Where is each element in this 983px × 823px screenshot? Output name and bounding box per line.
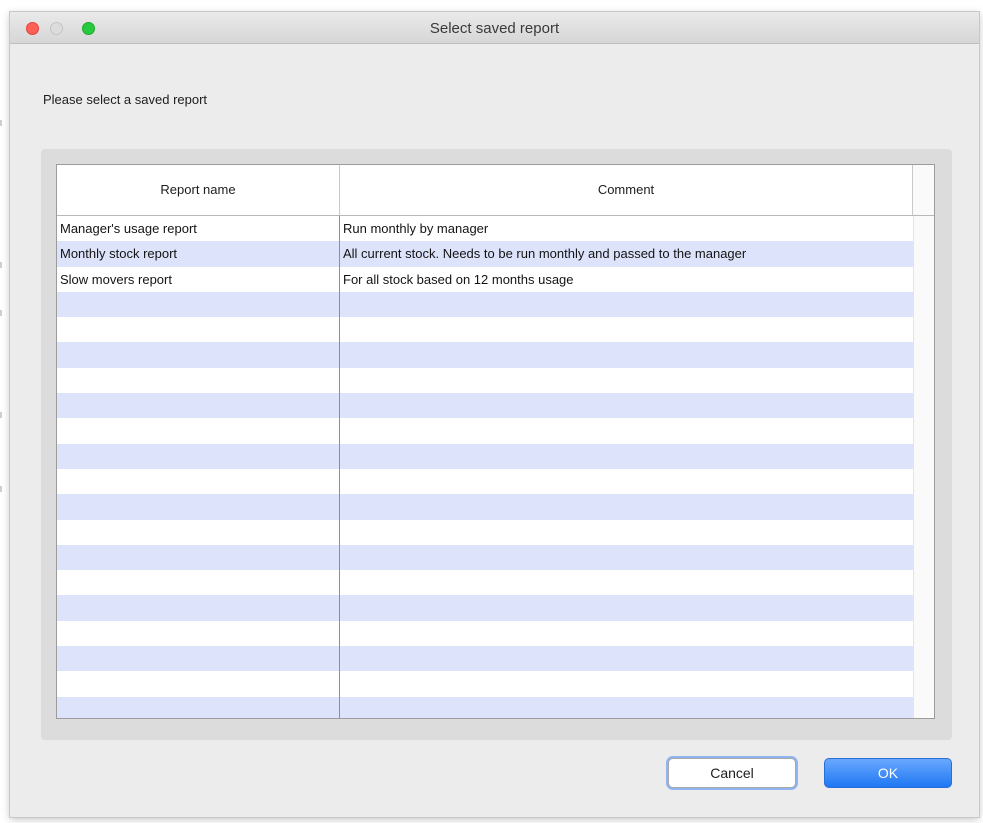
comment-cell <box>340 444 913 469</box>
report-name-cell <box>57 544 340 571</box>
background-edge-mark <box>0 412 2 418</box>
empty-table-row[interactable] <box>57 494 913 520</box>
empty-table-row[interactable] <box>57 570 913 596</box>
background-edge-mark <box>0 262 2 268</box>
table-body: Manager's usage report Run monthly by man… <box>57 216 913 718</box>
comment-cell <box>340 368 913 393</box>
report-name-cell: Manager's usage report <box>57 216 340 242</box>
dialog-window: Select saved report Please select a save… <box>10 12 979 817</box>
report-name-cell <box>57 620 340 647</box>
empty-table-row[interactable] <box>57 671 913 697</box>
background-edge-mark <box>0 120 2 126</box>
comment-cell <box>340 595 913 620</box>
empty-table-row[interactable] <box>57 544 913 571</box>
empty-table-row[interactable] <box>57 393 913 419</box>
background-edge-mark <box>0 486 2 492</box>
report-name-cell <box>57 367 340 394</box>
comment-cell <box>340 697 913 718</box>
vertical-scrollbar[interactable] <box>913 216 934 718</box>
saved-reports-table[interactable]: Report name Comment Manager's usage repo… <box>56 164 935 719</box>
report-name-cell <box>57 646 340 672</box>
empty-table-row[interactable] <box>57 291 913 318</box>
report-name-cell <box>57 468 340 495</box>
empty-table-row[interactable] <box>57 443 913 469</box>
comment-cell <box>340 621 913 646</box>
comment-cell <box>340 292 913 317</box>
empty-table-row[interactable] <box>57 595 913 621</box>
comment-cell <box>340 393 913 418</box>
table-row[interactable]: Monthly stock report All current stock. N… <box>57 241 913 267</box>
empty-table-row[interactable] <box>57 468 913 495</box>
empty-table-row[interactable] <box>57 317 913 343</box>
report-name-cell <box>57 317 340 343</box>
report-name-cell: Slow movers report <box>57 266 340 292</box>
comment-cell <box>340 418 913 443</box>
report-name-cell <box>57 570 340 596</box>
report-name-cell <box>57 342 340 368</box>
title-bar[interactable]: Select saved report <box>10 12 979 44</box>
empty-table-row[interactable] <box>57 367 913 394</box>
comment-cell <box>340 520 913 545</box>
comment-cell <box>340 570 913 595</box>
report-name-cell <box>57 291 340 318</box>
comment-cell <box>340 317 913 342</box>
report-name-cell <box>57 519 340 545</box>
report-name-cell <box>57 494 340 520</box>
empty-table-row[interactable] <box>57 342 913 368</box>
report-name-cell <box>57 418 340 444</box>
empty-table-row[interactable] <box>57 418 913 444</box>
column-header-comment[interactable]: Comment <box>340 165 913 215</box>
comment-cell <box>340 494 913 519</box>
comment-cell <box>340 469 913 494</box>
column-header-report-name[interactable]: Report name <box>57 165 340 215</box>
prompt-label: Please select a saved report <box>43 92 208 107</box>
comment-cell <box>340 671 913 696</box>
table-frame: Report name Comment Manager's usage repo… <box>41 149 952 740</box>
comment-cell: All current stock. Needs to be run month… <box>343 246 747 262</box>
empty-table-row[interactable] <box>57 620 913 647</box>
report-name-cell <box>57 696 340 718</box>
report-name-cell <box>57 443 340 469</box>
header-corner <box>913 165 934 215</box>
ok-button[interactable]: OK <box>824 758 952 788</box>
table-row[interactable]: Slow movers report For all stock based on… <box>57 266 913 292</box>
comment-cell <box>340 646 913 671</box>
empty-table-row[interactable] <box>57 696 913 718</box>
cancel-button[interactable]: Cancel <box>668 758 796 788</box>
comment-cell: For all stock based on 12 months usage <box>343 271 574 287</box>
report-name-cell: Monthly stock report <box>57 241 340 267</box>
table-header: Report name Comment <box>57 165 934 216</box>
comment-cell: Run monthly by manager <box>343 221 489 236</box>
report-name-cell <box>57 393 340 419</box>
table-row[interactable]: Manager's usage report Run monthly by man… <box>57 216 913 242</box>
window-title: Select saved report <box>429 20 560 37</box>
comment-cell <box>340 342 913 367</box>
empty-table-row[interactable] <box>57 646 913 672</box>
comment-cell <box>340 545 913 570</box>
report-name-cell <box>57 671 340 697</box>
report-name-cell <box>57 595 340 621</box>
empty-table-row[interactable] <box>57 519 913 545</box>
background-edge-mark <box>0 310 2 316</box>
